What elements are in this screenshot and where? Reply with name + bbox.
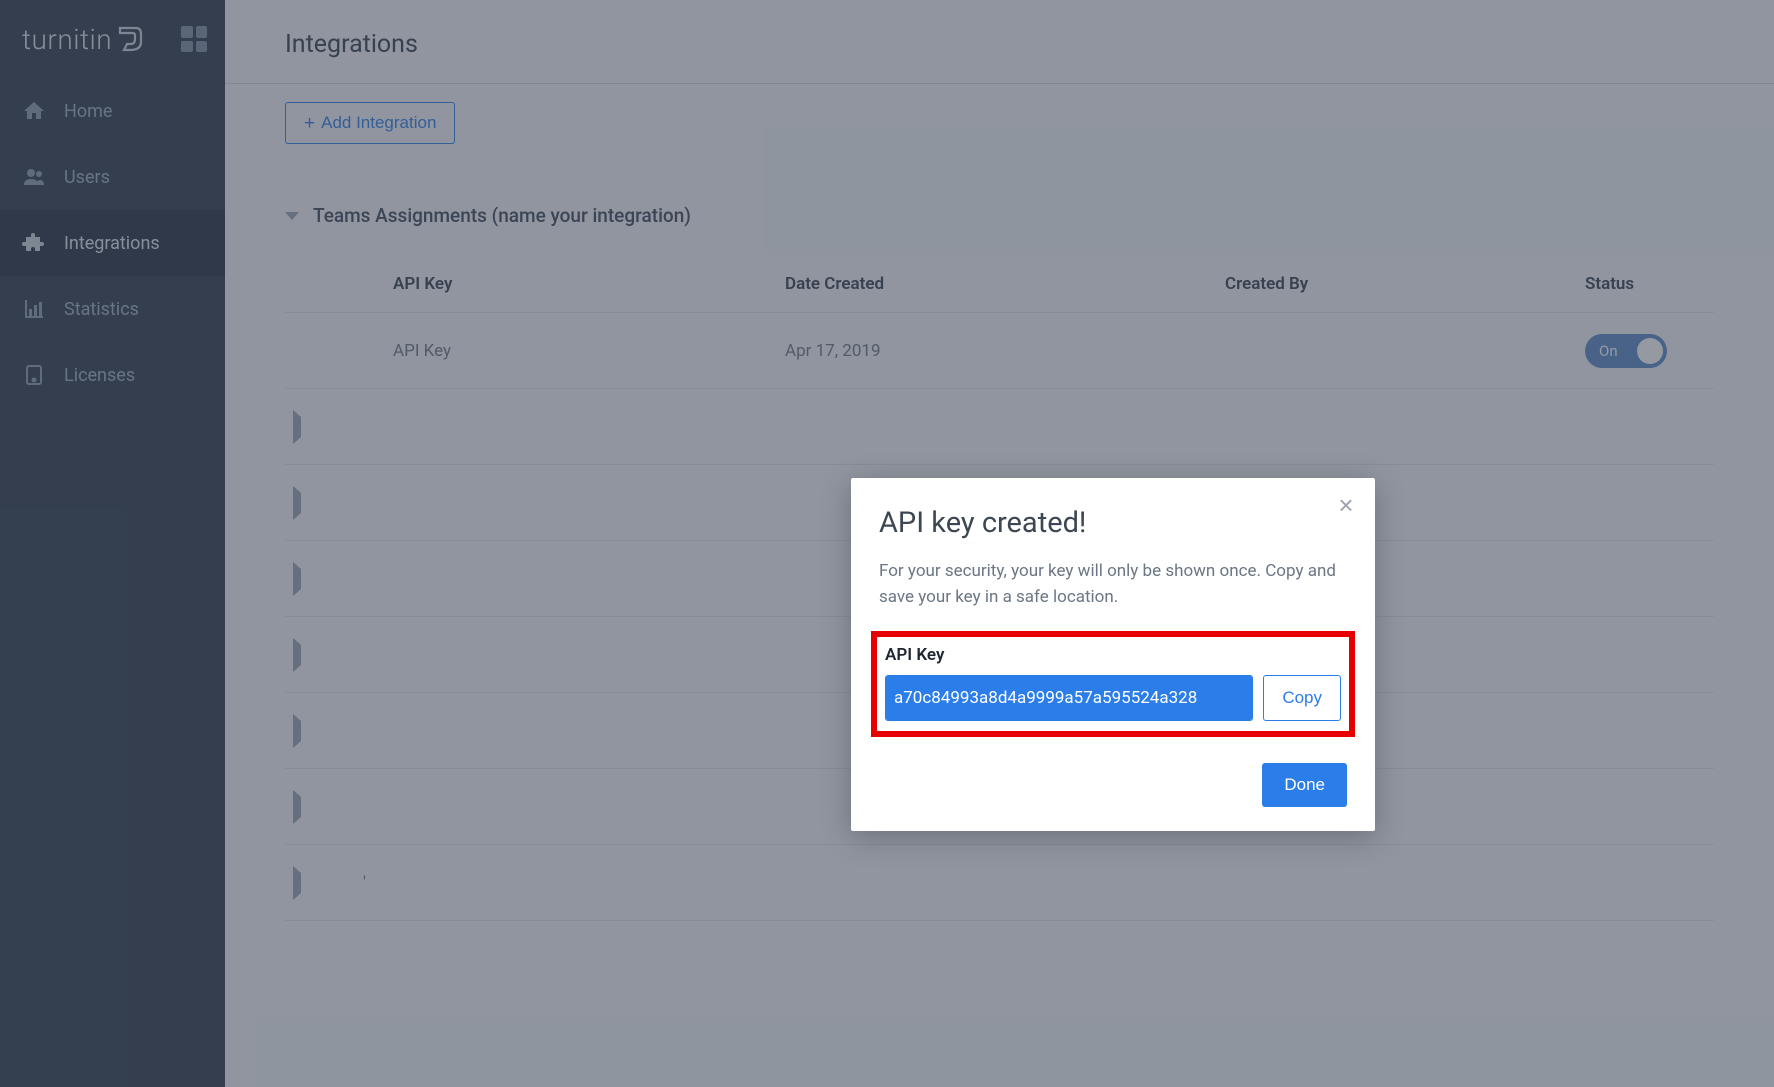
copy-button[interactable]: Copy: [1263, 675, 1341, 721]
done-button[interactable]: Done: [1262, 763, 1347, 807]
close-icon: ×: [1338, 490, 1353, 521]
api-key-row: Copy: [885, 675, 1341, 721]
api-key-created-modal: × API key created! For your security, yo…: [851, 478, 1375, 831]
api-key-field-label: API Key: [885, 645, 1341, 665]
modal-description: For your security, your key will only be…: [879, 558, 1347, 611]
api-key-input-wrap: [885, 675, 1253, 721]
highlight-annotation: API Key Copy: [871, 631, 1355, 737]
modal-actions: Done: [879, 763, 1347, 807]
api-key-input[interactable]: [886, 676, 1252, 720]
modal-title: API key created!: [879, 506, 1347, 540]
close-button[interactable]: ×: [1331, 490, 1361, 520]
